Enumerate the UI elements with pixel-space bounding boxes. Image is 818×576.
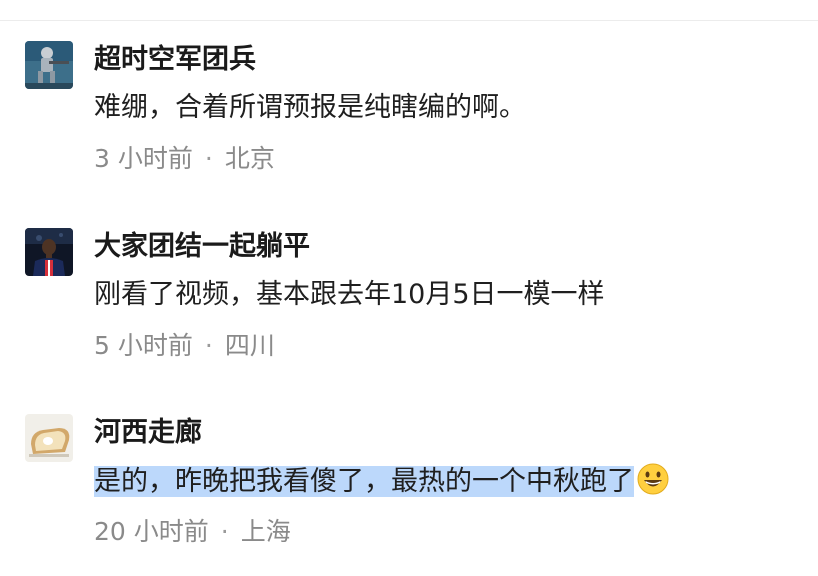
comment-text: 是的，昨晚把我看傻了，最热的一个中秋跑了 <box>94 462 670 501</box>
comment-meta: 3 小时前 · 北京 <box>94 142 275 176</box>
bread-toast-avatar-icon <box>25 414 73 462</box>
comment-location: 四川 <box>224 331 275 360</box>
comment-location: 上海 <box>240 517 291 546</box>
top-divider <box>0 20 818 21</box>
comment-text: 刚看了视频，基本跟去年10月5日一模一样 <box>94 279 605 310</box>
meta-separator: · <box>220 517 229 546</box>
comment-location: 北京 <box>224 144 275 173</box>
comment-time: 5 小时前 <box>94 331 193 360</box>
comment-meta: 20 小时前 · 上海 <box>94 515 291 549</box>
comment-text: 难绷，合着所谓预报是纯瞎编的啊。 <box>94 92 526 123</box>
football-player-avatar-icon <box>25 228 73 276</box>
comment-meta: 5 小时前 · 四川 <box>94 329 275 363</box>
comment-username[interactable]: 河西走廊 <box>94 415 202 451</box>
avatar[interactable] <box>25 41 73 89</box>
comment-username[interactable]: 大家团结一起躺平 <box>94 229 310 265</box>
comment-username[interactable]: 超时空军团兵 <box>94 42 256 78</box>
comment-time: 3 小时前 <box>94 144 193 173</box>
soldier-avatar-icon <box>25 41 73 89</box>
avatar[interactable] <box>25 228 73 276</box>
grinning-face-emoji-icon <box>637 463 669 495</box>
meta-separator: · <box>204 331 213 360</box>
avatar[interactable] <box>25 414 73 462</box>
meta-separator: · <box>204 144 213 173</box>
selected-text[interactable]: 是的，昨晚把我看傻了，最热的一个中秋跑了 <box>94 466 634 497</box>
comment-time: 20 小时前 <box>94 517 209 546</box>
